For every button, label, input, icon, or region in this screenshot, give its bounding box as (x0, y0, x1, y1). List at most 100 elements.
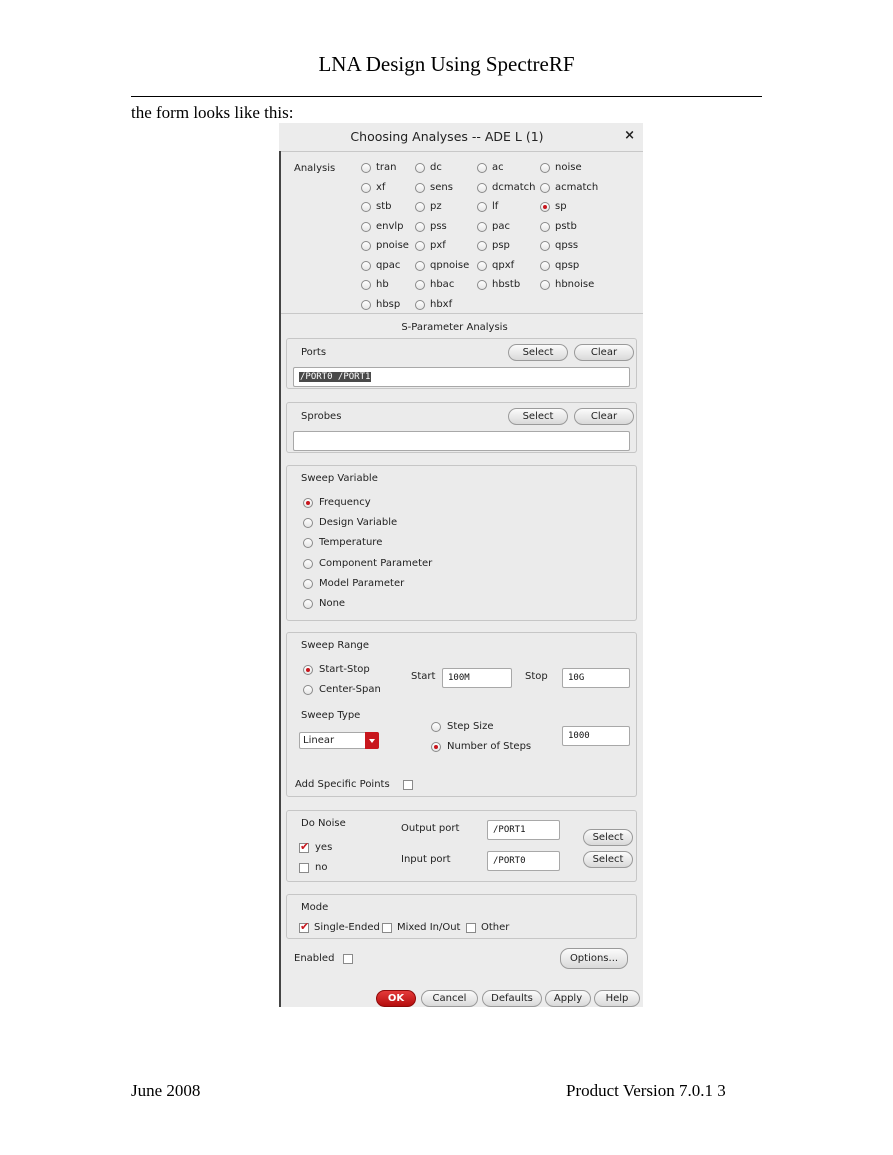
input-port-label: Input port (401, 854, 451, 865)
sweep-type-value: Linear (303, 735, 335, 746)
sweep-variable-label-design-variable: Design Variable (319, 517, 398, 529)
analysis-radio-noise[interactable] (540, 163, 550, 173)
sweep-type-select[interactable]: Linear (299, 732, 379, 749)
analysis-radio-qpxf[interactable] (477, 260, 487, 271)
noise-yes-checkbox[interactable] (299, 840, 309, 853)
analysis-label-pxf: pxf (430, 240, 446, 251)
apply-button[interactable]: Apply (545, 990, 591, 1007)
sweep-variable-radio-component-parameter[interactable] (303, 558, 313, 569)
analysis-radio-dcmatch[interactable] (477, 182, 487, 193)
steps-input[interactable]: 1000 (562, 726, 630, 746)
ports-clear-button[interactable]: Clear (574, 344, 634, 361)
analysis-radio-qpss[interactable] (540, 241, 550, 251)
add-specific-points-checkbox[interactable] (403, 780, 413, 790)
center-span-radio[interactable] (303, 685, 313, 695)
input-port-select-button[interactable]: Select (583, 851, 633, 868)
caption-text: the form looks like this: (131, 103, 294, 122)
analysis-radio-qpac[interactable] (361, 260, 371, 271)
header-divider (131, 96, 762, 97)
single-ended-checkbox[interactable] (299, 920, 309, 933)
start-input[interactable]: 100M (442, 668, 512, 688)
analysis-radio-ac[interactable] (477, 163, 487, 173)
analysis-radio-pss[interactable] (415, 221, 425, 232)
analysis-radio-stb[interactable] (361, 202, 371, 212)
footer-version: Product Version 7.0.1 3 (566, 1081, 726, 1100)
analysis-radio-lf[interactable] (477, 202, 487, 212)
analysis-radio-sp[interactable] (540, 202, 550, 212)
analysis-label-psp: psp (492, 240, 510, 251)
sweep-variable-radio-none[interactable] (303, 599, 313, 609)
analysis-radio-psp[interactable] (477, 241, 487, 251)
start-label: Start (411, 671, 436, 682)
ports-input-value: /PORT0 /PORT1 (299, 372, 372, 382)
stop-input[interactable]: 10G (562, 668, 630, 688)
analysis-radio-dc[interactable] (415, 163, 425, 173)
analysis-radio-envlp[interactable] (361, 221, 371, 232)
other-mode-checkbox[interactable] (466, 923, 476, 933)
analysis-radio-pxf[interactable] (415, 241, 425, 251)
sweep-type-label: Sweep Type (301, 710, 361, 721)
analysis-radio-sens[interactable] (415, 182, 425, 193)
output-port-input[interactable]: /PORT1 (487, 820, 560, 840)
other-mode-label: Other (481, 922, 510, 933)
analysis-radio-hbsp[interactable] (361, 299, 371, 310)
sprobes-input[interactable] (293, 431, 630, 451)
sprobes-label: Sprobes (301, 411, 342, 422)
stop-label: Stop (525, 671, 548, 682)
step-size-label: Step Size (447, 721, 494, 732)
step-size-radio[interactable] (431, 722, 441, 732)
sprobes-select-button[interactable]: Select (508, 408, 568, 425)
sprobes-group: Sprobes Select Clear (286, 402, 637, 453)
output-port-select-button[interactable]: Select (583, 829, 633, 846)
do-noise-group: Do Noise yes no Output port /PORT1 Selec… (286, 810, 637, 882)
analysis-radio-hb[interactable] (361, 280, 371, 290)
sweep-variable-radio-design-variable[interactable] (303, 518, 313, 529)
sweep-variable-radio-frequency[interactable] (303, 498, 313, 508)
mode-group: Mode Single-Ended Mixed In/Out Other (286, 894, 637, 939)
analysis-radio-hbxf[interactable] (415, 299, 425, 310)
ports-input[interactable]: /PORT0 /PORT1 (293, 367, 630, 387)
analysis-radio-qpsp[interactable] (540, 260, 550, 271)
analysis-radio-xf[interactable] (361, 182, 371, 193)
sweep-range-label: Sweep Range (301, 640, 370, 651)
help-button[interactable]: Help (594, 990, 640, 1007)
dialog-left-edge (279, 151, 281, 1007)
start-stop-radio[interactable] (303, 665, 313, 675)
analysis-radio-tran[interactable] (361, 163, 371, 173)
dialog-titlebar[interactable]: Choosing Analyses -- ADE L (1) × (279, 123, 643, 151)
close-icon[interactable]: × (624, 128, 635, 143)
sweep-variable-radio-temperature[interactable] (303, 538, 313, 549)
noise-no-checkbox[interactable] (299, 863, 309, 873)
sprobes-clear-button[interactable]: Clear (574, 408, 634, 425)
analysis-radio-pstb[interactable] (540, 221, 550, 232)
start-stop-label: Start-Stop (319, 664, 370, 675)
sweep-variable-label-frequency: Frequency (319, 497, 371, 508)
ports-group: Ports Select Clear /PORT0 /PORT1 (286, 338, 637, 389)
analysis-label-qpac: qpac (376, 259, 401, 271)
analysis-radio-qpnoise[interactable] (415, 260, 425, 271)
input-port-input[interactable]: /PORT0 (487, 851, 560, 871)
cancel-button[interactable]: Cancel (421, 990, 478, 1007)
mixed-in-out-checkbox[interactable] (382, 923, 392, 933)
analysis-radio-pac[interactable] (477, 221, 487, 232)
analysis-label-noise: noise (555, 162, 582, 173)
ports-select-button[interactable]: Select (508, 344, 568, 361)
analysis-radio-acmatch[interactable] (540, 182, 550, 193)
analysis-radio-pz[interactable] (415, 202, 425, 212)
ok-button[interactable]: OK (376, 990, 416, 1007)
analysis-radio-hbstb[interactable] (477, 280, 487, 290)
analysis-label-dc: dc (430, 162, 442, 173)
sweep-variable-radio-model-parameter[interactable] (303, 578, 313, 589)
options-button[interactable]: Options... (560, 948, 628, 969)
number-of-steps-radio[interactable] (431, 742, 441, 752)
analysis-label-acmatch: acmatch (555, 181, 599, 193)
analysis-radio-pnoise[interactable] (361, 241, 371, 251)
titlebar-divider (281, 151, 643, 152)
analysis-label: Analysis (294, 163, 336, 174)
analysis-label-qpss: qpss (555, 240, 579, 251)
defaults-button[interactable]: Defaults (482, 990, 542, 1007)
analysis-radio-hbnoise[interactable] (540, 280, 550, 290)
analysis-radio-hbac[interactable] (415, 280, 425, 290)
enabled-checkbox[interactable] (343, 954, 353, 964)
add-specific-points-label: Add Specific Points (295, 779, 390, 790)
